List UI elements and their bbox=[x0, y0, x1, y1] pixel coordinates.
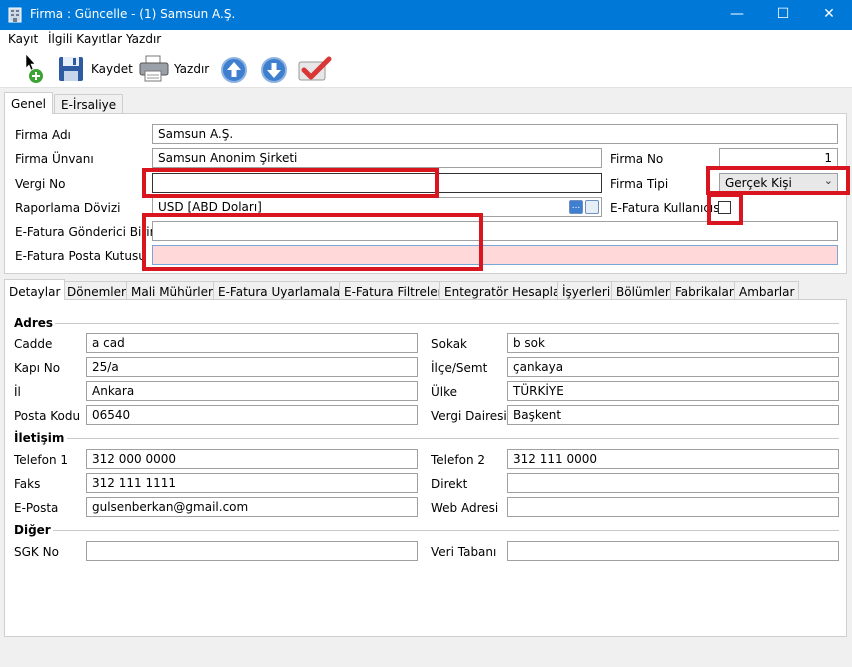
firma-tipi-label: Firma Tipi bbox=[610, 177, 669, 191]
direkt-field[interactable] bbox=[507, 473, 839, 493]
telefon1-label: Telefon 1 bbox=[14, 453, 69, 467]
vergi-no-label: Vergi No bbox=[15, 177, 66, 191]
new-record-icon[interactable] bbox=[22, 52, 48, 86]
firma-unvani-field[interactable]: Samsun Anonim Şirketi bbox=[152, 148, 602, 168]
firma-tipi-value: Gerçek Kişi bbox=[725, 176, 792, 190]
cadde-label: Cadde bbox=[14, 337, 53, 351]
tab-efatura-filtreleri[interactable]: E-Fatura Filtreleri bbox=[339, 281, 451, 300]
section-divider bbox=[67, 438, 839, 439]
section-divider bbox=[53, 530, 839, 531]
faks-label: Faks bbox=[14, 477, 41, 491]
lookup-ellipsis-button[interactable]: ... bbox=[569, 200, 583, 214]
section-diger: Diğer bbox=[14, 523, 51, 537]
tab-ambarlar[interactable]: Ambarlar bbox=[734, 281, 800, 300]
il-field[interactable]: Ankara bbox=[86, 381, 418, 401]
veri-tabani-field[interactable] bbox=[507, 541, 839, 561]
vergi-no-field[interactable] bbox=[152, 173, 602, 193]
print-button-label[interactable]: Yazdır bbox=[174, 62, 209, 76]
raporlama-dovizi-field[interactable]: USD [ABD Doları] bbox=[152, 197, 602, 217]
section-divider bbox=[55, 323, 839, 324]
clear-lookup-button[interactable] bbox=[585, 200, 599, 214]
raporlama-dovizi-value: USD [ABD Doları] bbox=[158, 200, 262, 214]
ulke-label: Ülke bbox=[431, 385, 458, 399]
section-iletisim: İletişim bbox=[14, 431, 65, 445]
tab-genel[interactable]: Genel bbox=[4, 92, 54, 114]
web-adresi-label: Web Adresi bbox=[431, 501, 499, 515]
cadde-field[interactable]: a cad bbox=[86, 333, 418, 353]
efatura-gonderici-birim-field[interactable] bbox=[152, 221, 838, 241]
tab-mali-muhurler[interactable]: Mali Mühürler bbox=[126, 281, 218, 300]
ilce-field[interactable]: çankaya bbox=[507, 357, 839, 377]
chevron-down-icon: ⌄ bbox=[823, 174, 833, 187]
tab-fabrikalar[interactable]: Fabrikalar bbox=[670, 281, 739, 300]
tab-bolumler[interactable]: Bölümler bbox=[611, 281, 675, 300]
tab-entegrator-hesaplari[interactable]: Entegratör Hesapları bbox=[439, 281, 574, 300]
firma-adi-label: Firma Adı bbox=[15, 128, 71, 142]
menu-ilgili-kayitlar[interactable]: İlgili Kayıtlar bbox=[48, 32, 122, 46]
tab-isyerleri[interactable]: İşyerleri bbox=[557, 281, 616, 300]
tab-efatura-uyarlamalari[interactable]: E-Fatura Uyarlamaları bbox=[213, 281, 354, 300]
check-approve-icon[interactable] bbox=[298, 52, 332, 86]
eposta-label: E-Posta bbox=[14, 501, 59, 515]
tab-donemler[interactable]: Dönemler bbox=[62, 281, 131, 300]
sokak-label: Sokak bbox=[431, 337, 467, 351]
ilce-label: İlçe/Semt bbox=[431, 361, 488, 375]
minimize-button[interactable]: — bbox=[714, 0, 760, 30]
vergi-dairesi-label: Vergi Dairesi bbox=[431, 409, 507, 423]
efatura-posta-kutusu-label: E-Fatura Posta Kutusu bbox=[15, 249, 146, 263]
save-button-label[interactable]: Kaydet bbox=[91, 62, 133, 76]
menu-yazdir[interactable]: Yazdır bbox=[126, 32, 161, 46]
tab-detaylar[interactable]: Detaylar bbox=[4, 279, 66, 300]
posta-kodu-field[interactable]: 06540 bbox=[86, 405, 418, 425]
vergi-dairesi-field[interactable]: Başkent bbox=[507, 405, 839, 425]
il-label: İl bbox=[14, 385, 21, 399]
ulke-field[interactable]: TÜRKİYE bbox=[507, 381, 839, 401]
menu-kayit[interactable]: Kayıt bbox=[8, 32, 38, 46]
previous-record-icon[interactable] bbox=[220, 52, 248, 86]
app-building-icon bbox=[8, 7, 22, 23]
telefon1-field[interactable]: 312 000 0000 bbox=[86, 449, 418, 469]
efatura-kullanicisi-label: E-Fatura Kullanıcısı bbox=[610, 201, 723, 215]
sgk-no-label: SGK No bbox=[14, 545, 59, 559]
telefon2-field[interactable]: 312 111 0000 bbox=[507, 449, 839, 469]
toolbar: Kaydet Yazdır bbox=[0, 48, 852, 88]
tab-e-irsaliye[interactable]: E-İrsaliye bbox=[54, 94, 124, 114]
sokak-field[interactable]: b sok bbox=[507, 333, 839, 353]
window-title: Firma : Güncelle - (1) Samsun A.Ş. bbox=[30, 7, 236, 21]
firma-tipi-select[interactable]: Gerçek Kişi ⌄ bbox=[719, 173, 838, 193]
close-button[interactable]: ✕ bbox=[806, 0, 852, 30]
save-icon[interactable] bbox=[58, 52, 84, 86]
kapi-no-field[interactable]: 25/a bbox=[86, 357, 418, 377]
posta-kodu-label: Posta Kodu bbox=[14, 409, 81, 423]
section-adres: Adres bbox=[14, 316, 54, 330]
firma-unvani-label: Firma Ünvanı bbox=[15, 152, 94, 166]
sgk-no-field[interactable] bbox=[86, 541, 418, 561]
faks-field[interactable]: 312 111 1111 bbox=[86, 473, 418, 493]
raporlama-dovizi-label: Raporlama Dövizi bbox=[15, 201, 121, 215]
firma-no-label: Firma No bbox=[610, 152, 664, 166]
printer-icon[interactable] bbox=[138, 52, 170, 86]
firma-adi-field[interactable]: Samsun A.Ş. bbox=[152, 124, 838, 144]
veri-tabani-label: Veri Tabanı bbox=[431, 545, 497, 559]
maximize-button[interactable]: ☐ bbox=[760, 0, 806, 30]
web-adresi-field[interactable] bbox=[507, 497, 839, 517]
details-panel: Adres Cadde a cad Sokak b sok Kapı No 25… bbox=[4, 299, 847, 637]
direkt-label: Direkt bbox=[431, 477, 468, 491]
kapi-no-label: Kapı No bbox=[14, 361, 61, 375]
efatura-kullanicisi-checkbox[interactable] bbox=[718, 201, 731, 214]
efatura-posta-kutusu-field[interactable] bbox=[152, 245, 838, 265]
firma-no-field[interactable]: 1 bbox=[719, 148, 838, 168]
title-bar: Firma : Güncelle - (1) Samsun A.Ş. — ☐ ✕ bbox=[0, 0, 852, 30]
telefon2-label: Telefon 2 bbox=[431, 453, 486, 467]
general-panel: Firma Adı Samsun A.Ş. Firma Ünvanı Samsu… bbox=[4, 113, 847, 274]
eposta-field[interactable]: gulsenberkan@gmail.com bbox=[86, 497, 418, 517]
menu-bar: Kayıt İlgili Kayıtlar Yazdır bbox=[0, 30, 852, 48]
efatura-gonderici-birim-label: E-Fatura Gönderici Birim bbox=[15, 225, 162, 239]
next-record-icon[interactable] bbox=[260, 52, 288, 86]
